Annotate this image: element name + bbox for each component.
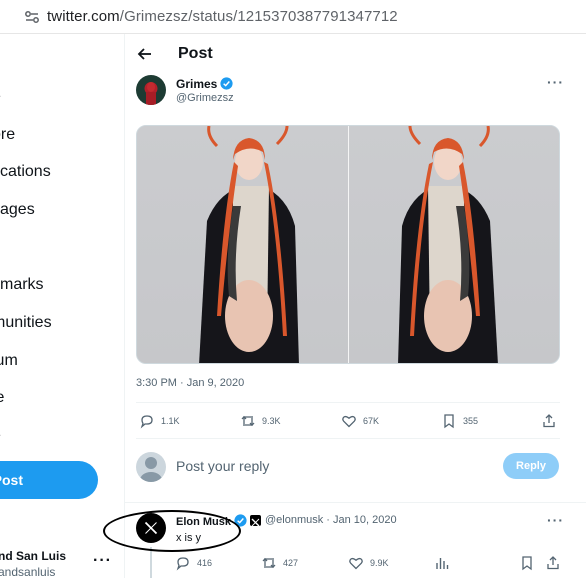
- share-action[interactable]: [541, 413, 557, 429]
- repost-action[interactable]: 9.3K: [240, 413, 281, 429]
- reply-count: 1.1K: [161, 416, 180, 426]
- portrait-figure-mirrored-icon: [398, 126, 498, 363]
- reply-like-action[interactable]: 9.9K: [348, 555, 389, 571]
- reply-bookmark-action[interactable]: [519, 555, 535, 571]
- reply-action[interactable]: 1.1K: [139, 413, 180, 429]
- reply-reply-count: 416: [197, 558, 213, 568]
- default-avatar-icon: [140, 457, 162, 482]
- author-name-text: Grimes: [176, 77, 218, 91]
- account-more-icon[interactable]: ···: [93, 552, 112, 570]
- tweet-timestamp[interactable]: 3:30 PM · Jan 9, 2020: [136, 377, 244, 389]
- back-arrow-icon[interactable]: [137, 46, 153, 62]
- reply-button[interactable]: Reply: [503, 453, 559, 479]
- heart-icon: [342, 415, 356, 428]
- portrait-figure-icon: [199, 126, 299, 363]
- account-handle[interactable]: andsanluis: [0, 565, 55, 578]
- reply-share-action[interactable]: [545, 555, 561, 571]
- sidebar-item-bookmarks[interactable]: kmarks: [0, 276, 44, 294]
- annotation-circle: [103, 510, 241, 552]
- share-icon: [547, 556, 559, 570]
- actions-divider: [136, 438, 560, 439]
- verified-badge-icon: [220, 77, 233, 90]
- reply-views-action[interactable]: [434, 555, 450, 571]
- bookmark-action[interactable]: 355: [441, 413, 478, 429]
- reply-icon: [140, 415, 153, 429]
- url-path: /Grimezsz/status/1215370387791347712: [119, 8, 398, 25]
- page-header: Post: [125, 34, 586, 76]
- repost-icon: [241, 415, 255, 427]
- reply-icon: [176, 557, 189, 571]
- page-title: Post: [178, 45, 213, 62]
- reply-divider: [125, 502, 586, 503]
- share-icon: [543, 414, 555, 428]
- account-name[interactable]: nd San Luis: [0, 549, 66, 563]
- sidebar-item-more[interactable]: e: [0, 427, 1, 445]
- sidebar-item-messages[interactable]: sages: [0, 201, 35, 219]
- author-avatar[interactable]: [136, 75, 166, 105]
- tweet-more-icon[interactable]: ···: [547, 74, 564, 90]
- author-name[interactable]: Grimes: [176, 77, 233, 91]
- views-chart-icon: [436, 558, 449, 569]
- tweet-photo-left[interactable]: [137, 126, 348, 363]
- thread-line: [150, 547, 152, 578]
- sidebar-nav: e ore fications sages kmarks munities iu…: [0, 34, 124, 578]
- site-settings-icon[interactable]: [24, 9, 40, 25]
- post-button[interactable]: Post: [0, 461, 98, 499]
- reply-author-handle[interactable]: @elonmusk · Jan 10, 2020: [265, 514, 397, 526]
- affiliate-x-badge-icon: [250, 515, 261, 527]
- url-host: twitter.com: [47, 8, 120, 25]
- reply-input[interactable]: Post your reply: [176, 458, 269, 474]
- my-avatar[interactable]: [136, 452, 166, 482]
- timestamp-divider: [136, 402, 560, 403]
- column-divider: [124, 34, 125, 578]
- sidebar-item-notifications[interactable]: fications: [0, 163, 51, 181]
- avatar-figure-icon: [146, 82, 156, 105]
- tweet-photo-right[interactable]: [349, 126, 559, 363]
- sidebar-item-premium[interactable]: ium: [0, 352, 18, 370]
- reply-more-icon[interactable]: ···: [547, 512, 564, 528]
- reply-repost-action[interactable]: 427: [261, 555, 298, 571]
- bookmark-icon: [444, 414, 454, 429]
- browser-url-bar[interactable]: twitter.com/Grimezsz/status/121537038779…: [0, 0, 586, 34]
- like-action[interactable]: 67K: [341, 413, 379, 429]
- reply-like-count: 9.9K: [370, 558, 389, 568]
- repost-count: 9.3K: [262, 416, 281, 426]
- sidebar-item-explore[interactable]: ore: [0, 126, 15, 144]
- url-text[interactable]: twitter.com/Grimezsz/status/121537038779…: [47, 8, 398, 25]
- sidebar-item-communities[interactable]: munities: [0, 314, 52, 332]
- author-handle[interactable]: @Grimezsz: [176, 92, 234, 104]
- bookmark-icon: [522, 556, 532, 571]
- sidebar-item-profile[interactable]: le: [0, 389, 4, 407]
- repost-icon: [262, 557, 276, 569]
- reply-repost-count: 427: [283, 558, 299, 568]
- bookmark-count: 355: [463, 416, 479, 426]
- tweet-media[interactable]: [136, 125, 560, 364]
- heart-icon: [349, 557, 363, 570]
- sidebar-item-home[interactable]: e: [0, 88, 1, 106]
- like-count: 67K: [363, 416, 380, 426]
- reply-reply-action[interactable]: 416: [175, 555, 212, 571]
